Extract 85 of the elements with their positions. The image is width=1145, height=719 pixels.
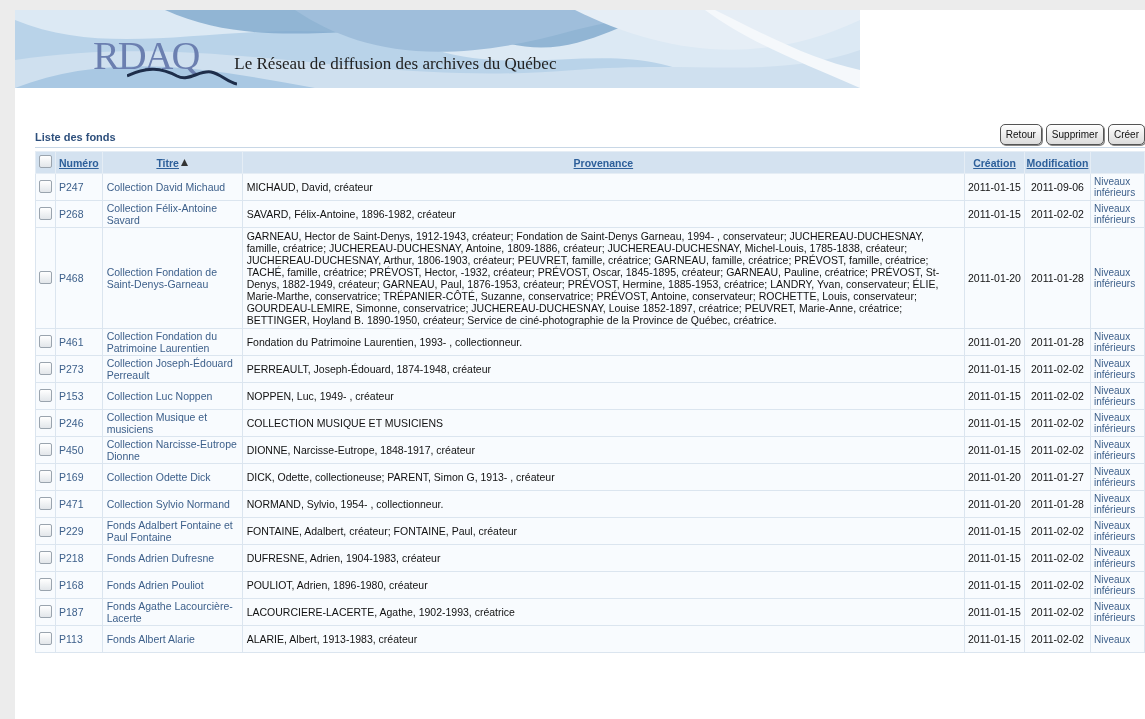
- checkbox[interactable]: [39, 550, 52, 564]
- creation-date: 2011-01-15: [968, 633, 1021, 645]
- provenance-text: COLLECTION MUSIQUE ET MUSICIENS: [246, 417, 444, 429]
- checkbox[interactable]: [39, 206, 52, 220]
- checkbox[interactable]: [39, 442, 52, 456]
- modification-date: 2011-02-02: [1031, 579, 1084, 591]
- checkbox[interactable]: [39, 155, 52, 168]
- creation-date: 2011-01-15: [968, 208, 1021, 220]
- checkbox[interactable]: [39, 179, 52, 193]
- modification-date: 2011-02-02: [1031, 208, 1084, 220]
- checkbox[interactable]: [39, 523, 52, 537]
- checkbox[interactable]: [39, 469, 52, 483]
- modification-date: 2011-02-02: [1031, 417, 1084, 429]
- checkbox[interactable]: [39, 631, 52, 645]
- creation-date: 2011-01-15: [968, 579, 1021, 591]
- checkbox[interactable]: [39, 270, 52, 284]
- modification-date: 2011-02-02: [1031, 390, 1084, 402]
- modification-date: 2011-01-27: [1031, 471, 1084, 483]
- provenance-text: Fondation du Patrimoine Laurentien, 1993- , collectionneur.: [246, 336, 523, 348]
- creation-date: 2011-01-15: [968, 606, 1021, 618]
- creation-date: 2011-01-15: [968, 390, 1021, 402]
- action-button[interactable]: Supprimer: [1045, 124, 1104, 145]
- column-sort-link[interactable]: Provenance: [573, 156, 634, 169]
- list-title: Liste des fonds: [35, 129, 116, 145]
- provenance-text: DIONNE, Narcisse-Eutrope, 1848-1917, créateur: [246, 444, 475, 456]
- provenance-text: PERREAULT, Joseph-Édouard, 1874-1948, créateur: [246, 363, 492, 375]
- creation-date: 2011-01-20: [968, 272, 1021, 284]
- record-number: P169: [59, 471, 84, 483]
- record-number: P187: [59, 606, 84, 618]
- creation-date: 2011-01-20: [968, 336, 1021, 348]
- record-number: P273: [59, 363, 84, 375]
- provenance-text: FONTAINE, Adalbert, créateur; FONTAINE, Paul, créateur: [246, 525, 518, 537]
- provenance-text: NOPPEN, Luc, 1949- , créateur: [246, 390, 394, 402]
- record-number: P468: [59, 272, 84, 284]
- creation-date: 2011-01-15: [968, 181, 1021, 193]
- record-number: P246: [59, 417, 84, 429]
- modification-date: 2011-02-02: [1031, 444, 1084, 456]
- provenance-text: LACOURCIERE-LACERTE, Agathe, 1902-1993, créatrice: [246, 606, 515, 618]
- checkbox[interactable]: [39, 577, 52, 591]
- provenance-text: NORMAND, Sylvio, 1954- , collectionneur.: [246, 498, 444, 510]
- creation-date: 2011-01-20: [968, 498, 1021, 510]
- modification-date: 2011-01-28: [1031, 336, 1084, 348]
- record-number: P450: [59, 444, 84, 456]
- provenance-text: ALARIE, Albert, 1913-1983, créateur: [246, 633, 418, 645]
- record-number: P461: [59, 336, 84, 348]
- record-number: P229: [59, 525, 84, 537]
- provenance-text: DICK, Odette, collectioneuse; PARENT, Simon G, 1913- , créateur: [246, 471, 555, 483]
- record-number: P471: [59, 498, 84, 510]
- creation-date: 2011-01-15: [968, 525, 1021, 537]
- modification-date: 2011-02-02: [1031, 525, 1084, 537]
- provenance-text: MICHAUD, David, créateur: [246, 181, 373, 193]
- action-button[interactable]: Retour: [999, 124, 1042, 145]
- record-number: P153: [59, 390, 84, 402]
- record-number: P268: [59, 208, 84, 220]
- checkbox[interactable]: [39, 496, 52, 510]
- site-subtitle: Le Réseau de diffusion des archives du Québec: [234, 55, 557, 72]
- provenance-text: POULIOT, Adrien, 1896-1980, créateur: [246, 579, 428, 591]
- record-number: P168: [59, 579, 84, 591]
- checkbox[interactable]: [39, 388, 52, 402]
- creation-date: 2011-01-15: [968, 444, 1021, 456]
- modification-date: 2011-02-02: [1031, 552, 1084, 564]
- logo-text: RDAQ: [93, 38, 199, 74]
- modification-date: 2011-02-02: [1031, 606, 1084, 618]
- checkbox[interactable]: [39, 334, 52, 348]
- column-sort-link[interactable]: Titre: [156, 156, 179, 169]
- checkbox[interactable]: [39, 604, 52, 618]
- checkbox[interactable]: [39, 361, 52, 375]
- creation-date: 2011-01-20: [968, 471, 1021, 483]
- modification-date: 2011-02-02: [1031, 363, 1084, 375]
- record-number: P113: [59, 633, 83, 645]
- creation-date: 2011-01-15: [968, 552, 1021, 564]
- modification-date: 2011-02-02: [1031, 633, 1084, 645]
- creation-date: 2011-01-15: [968, 363, 1021, 375]
- record-number: P218: [59, 552, 84, 564]
- sublevels-link[interactable]: Niveaux inférieurs: [1094, 267, 1141, 289]
- checkbox[interactable]: [39, 415, 52, 429]
- creation-date: 2011-01-15: [968, 417, 1021, 429]
- provenance-text: GARNEAU, Hector de Saint-Denys, 1912-1943, créateur; Fondation de Saint-Denys Garneau, 1994- , conservateur; JUCHEREAU-DUCHESNAY, famille, créatrice; JUCHEREAU-DUCHESNAY, Antoine, 1809-1886, créateur; JUCHEREAU-DUCHESNAY, Michel-Louis, 1785-1838, créateur; JUCHEREAU-DUCHESNAY, Arthur, 1806-1903, créateur; PEUVRET, famille, créatrice; GARNEAU, famille, créatrice; PRÉVOST, famille, créatrice; TACHÉ, famille, créatrice; PRÉVOST, Hector, -1932, créateur; PRÉVOST, Oscar, 1845-1895, créateur; GARNEAU, Pauline, créatrice; PRÉVOST, St-Denys, 1882-1949, créateur; GARNEAU, Paul, 1876-1953, créateur; PRÉVOST, Hermine, 1885-1953, créatrice; LANDRY, Yvan, conservateur; ÉLIE, Marie-Marthe, conservatrice; TRÉPANIER-CÔTÉ, Suzanne, conservatrice; PRÉVOST, Antoine, conservateur; ROCHETTE, Louis, conservateur; GOURDEAU-LEMIRE, Simonne, conservatrice; JUCHEREAU-DUCHESNAY, Louise 1852-1897, créatrice; PEUVRET, Marie-Anne, créatrice; BETTINGER, Hoyland B. 1890-1950, créateur; Service de ciné-photographie de la Province de Québec, créatrice.: [246, 230, 940, 326]
- action-button[interactable]: Créer: [1108, 124, 1145, 145]
- record-number: P247: [59, 181, 84, 193]
- provenance-text: SAVARD, Félix-Antoine, 1896-1982, créateur: [246, 208, 456, 220]
- modification-date: 2011-01-28: [1031, 272, 1084, 284]
- modification-date: 2011-09-06: [1031, 181, 1084, 193]
- modification-date: 2011-01-28: [1031, 498, 1084, 510]
- provenance-text: DUFRESNE, Adrien, 1904-1983, créateur: [246, 552, 441, 564]
